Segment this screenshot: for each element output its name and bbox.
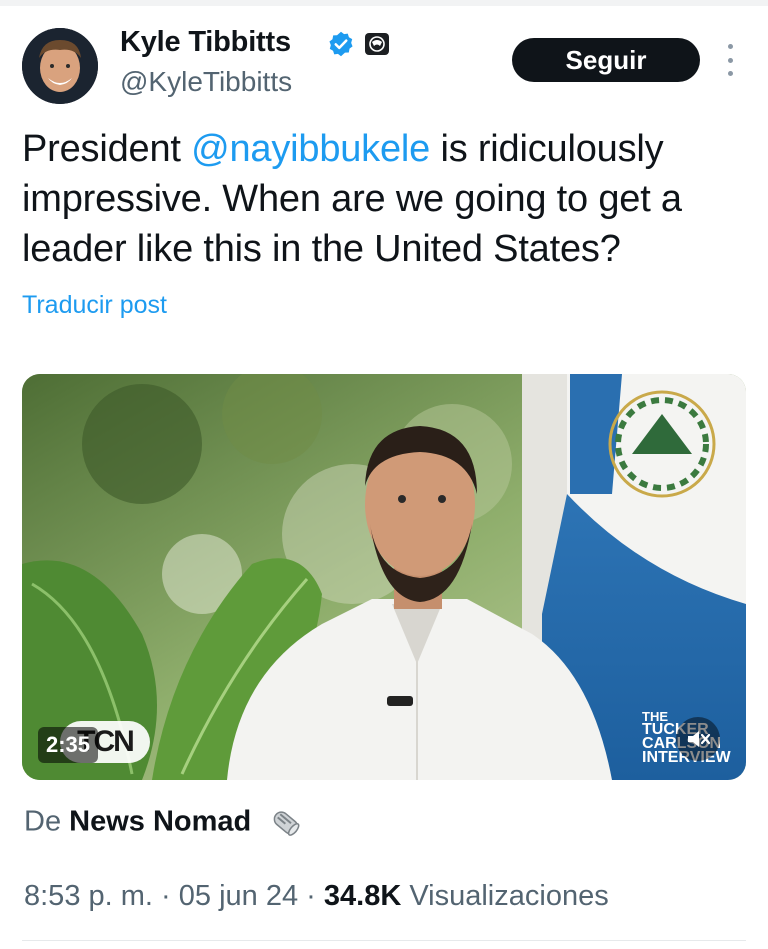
separator-dot: · xyxy=(161,880,171,912)
more-vertical-icon[interactable] xyxy=(722,44,738,76)
tweet-meta: 8:53 p. m. · 05 jun 24 · 34.8K Visualiza… xyxy=(24,880,609,913)
video-player[interactable] xyxy=(22,374,746,780)
newspaper-roll-icon xyxy=(273,811,300,836)
bottom-divider xyxy=(22,940,746,941)
separator-dot: · xyxy=(306,880,316,912)
translate-link[interactable]: Traducir post xyxy=(22,291,167,320)
speaker-muted-icon[interactable] xyxy=(676,717,720,761)
video-thumbnail xyxy=(22,374,746,780)
mention-link[interactable]: @nayibbukele xyxy=(191,128,430,170)
tweet-time[interactable]: 8:53 p. m. xyxy=(24,880,153,912)
tweet-date[interactable]: 05 jun 24 xyxy=(179,880,298,912)
affiliation-badge-icon xyxy=(365,33,389,55)
top-divider xyxy=(0,0,768,6)
source-name[interactable]: News Nomad xyxy=(69,806,251,838)
verified-badge-icon xyxy=(329,31,353,57)
follow-button[interactable]: Seguir xyxy=(512,38,700,82)
source-attribution: De News Nomad xyxy=(24,804,305,842)
tweet-text-prefix: President xyxy=(22,128,192,170)
views-count: 34.8K xyxy=(323,880,402,912)
tweet-text: President @nayibbukele is ridiculously i… xyxy=(22,124,742,274)
author-name[interactable]: Kyle Tibbitts xyxy=(120,26,291,59)
avatar[interactable] xyxy=(22,28,98,104)
source-prefix: De xyxy=(24,805,62,838)
views-label: Visualizaciones xyxy=(409,880,609,912)
video-duration: 2:35 xyxy=(38,727,99,763)
author-handle[interactable]: @KyleTibbitts xyxy=(120,66,292,98)
